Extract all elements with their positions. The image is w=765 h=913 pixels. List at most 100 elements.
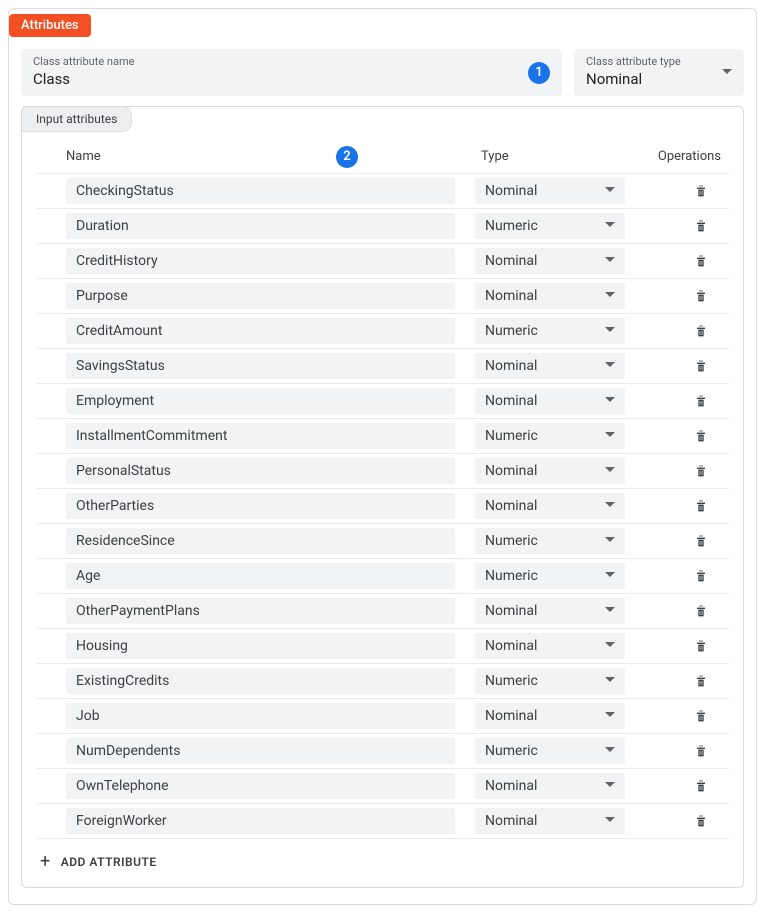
attr-operations <box>625 358 721 374</box>
delete-button[interactable] <box>693 393 709 409</box>
delete-button[interactable] <box>693 253 709 269</box>
table-row: OtherParties Nominal <box>36 488 729 524</box>
delete-button[interactable] <box>693 743 709 759</box>
table-row: CheckingStatus Nominal <box>36 173 729 209</box>
trash-icon <box>693 533 709 549</box>
delete-button[interactable] <box>693 463 709 479</box>
attr-name-input[interactable]: ExistingCredits <box>66 668 455 694</box>
attr-type-select[interactable]: Nominal <box>475 353 625 379</box>
class-attr-type-field[interactable]: Class attribute type Nominal <box>574 49 744 96</box>
delete-button[interactable] <box>693 708 709 724</box>
table-row: ForeignWorker Nominal <box>36 803 729 839</box>
attr-type-select[interactable]: Numeric <box>475 668 625 694</box>
attr-name-input[interactable]: CheckingStatus <box>66 178 455 204</box>
attr-type-select[interactable]: Nominal <box>475 633 625 659</box>
tab-input-attributes[interactable]: Input attributes <box>21 106 132 132</box>
class-attr-name-label: Class attribute name <box>33 55 550 68</box>
attr-type-select[interactable]: Numeric <box>475 423 625 449</box>
attr-type-select[interactable]: Nominal <box>475 283 625 309</box>
attr-operations <box>625 498 721 514</box>
attr-name-input[interactable]: CreditHistory <box>66 248 455 274</box>
attr-name-input[interactable]: OtherPaymentPlans <box>66 598 455 624</box>
attr-operations <box>625 708 721 724</box>
delete-button[interactable] <box>693 218 709 234</box>
attr-type-select[interactable]: Numeric <box>475 528 625 554</box>
delete-button[interactable] <box>693 778 709 794</box>
delete-button[interactable] <box>693 428 709 444</box>
attr-type-select[interactable]: Nominal <box>475 773 625 799</box>
attr-type-select[interactable]: Nominal <box>475 178 625 204</box>
attr-name-input[interactable]: InstallmentCommitment <box>66 423 455 449</box>
attr-type-select[interactable]: Numeric <box>475 738 625 764</box>
attr-operations <box>625 253 721 269</box>
trash-icon <box>693 603 709 619</box>
attr-name-input[interactable]: ForeignWorker <box>66 808 455 834</box>
trash-icon <box>693 358 709 374</box>
attr-type-select[interactable]: Numeric <box>475 213 625 239</box>
delete-button[interactable] <box>693 498 709 514</box>
attr-type-select[interactable]: Nominal <box>475 458 625 484</box>
attr-operations <box>625 463 721 479</box>
attr-type-select[interactable]: Numeric <box>475 563 625 589</box>
attr-type-select[interactable]: Nominal <box>475 703 625 729</box>
table-row: ResidenceSince Numeric <box>36 523 729 559</box>
chevron-down-icon <box>605 428 615 444</box>
delete-button[interactable] <box>693 603 709 619</box>
trash-icon <box>693 428 709 444</box>
attr-operations <box>625 813 721 829</box>
attr-type-select[interactable]: Nominal <box>475 248 625 274</box>
attr-type-select[interactable]: Nominal <box>475 388 625 414</box>
delete-button[interactable] <box>693 533 709 549</box>
delete-button[interactable] <box>693 673 709 689</box>
attribute-rows: CheckingStatus Nominal Duration Numeric <box>36 173 729 839</box>
chevron-down-icon <box>605 708 615 724</box>
chevron-down-icon <box>605 568 615 584</box>
attr-name-input[interactable]: OtherParties <box>66 493 455 519</box>
class-attr-type-value: Nominal <box>586 70 732 88</box>
chevron-down-icon <box>605 253 615 269</box>
add-attribute-button[interactable]: + ADD ATTRIBUTE <box>36 839 729 875</box>
delete-button[interactable] <box>693 288 709 304</box>
table-row: NumDependents Numeric <box>36 733 729 769</box>
table-row: ExistingCredits Numeric <box>36 663 729 699</box>
delete-button[interactable] <box>693 813 709 829</box>
trash-icon <box>693 778 709 794</box>
attr-name-input[interactable]: CreditAmount <box>66 318 455 344</box>
attr-type-select[interactable]: Nominal <box>475 808 625 834</box>
chevron-down-icon <box>605 533 615 549</box>
trash-icon <box>693 323 709 339</box>
attr-name-input[interactable]: Employment <box>66 388 455 414</box>
chevron-down-icon <box>605 778 615 794</box>
chevron-down-icon <box>605 218 615 234</box>
delete-button[interactable] <box>693 358 709 374</box>
attr-name-input[interactable]: Job <box>66 703 455 729</box>
plus-icon: + <box>40 853 51 871</box>
chevron-down-icon <box>605 393 615 409</box>
delete-button[interactable] <box>693 568 709 584</box>
delete-button[interactable] <box>693 323 709 339</box>
column-header-name: Name <box>66 149 481 164</box>
attr-name-input[interactable]: Age <box>66 563 455 589</box>
attributes-panel: Attributes Class attribute name Class 1 … <box>8 8 757 905</box>
trash-icon <box>693 708 709 724</box>
attr-name-input[interactable]: Housing <box>66 633 455 659</box>
attr-operations <box>625 218 721 234</box>
attr-name-input[interactable]: Purpose <box>66 283 455 309</box>
class-attr-name-field[interactable]: Class attribute name Class 1 <box>21 49 562 96</box>
attr-name-input[interactable]: ResidenceSince <box>66 528 455 554</box>
attr-name-input[interactable]: PersonalStatus <box>66 458 455 484</box>
chevron-down-icon <box>605 638 615 654</box>
attr-name-input[interactable]: SavingsStatus <box>66 353 455 379</box>
panel-title-badge: Attributes <box>9 14 91 37</box>
attr-type-select[interactable]: Numeric <box>475 318 625 344</box>
column-header-type: Type <box>481 149 641 164</box>
attr-type-select[interactable]: Nominal <box>475 598 625 624</box>
attr-name-input[interactable]: NumDependents <box>66 738 455 764</box>
delete-button[interactable] <box>693 183 709 199</box>
table-row: Age Numeric <box>36 558 729 594</box>
delete-button[interactable] <box>693 638 709 654</box>
attr-name-input[interactable]: OwnTelephone <box>66 773 455 799</box>
trash-icon <box>693 813 709 829</box>
attr-name-input[interactable]: Duration <box>66 213 455 239</box>
attr-type-select[interactable]: Nominal <box>475 493 625 519</box>
